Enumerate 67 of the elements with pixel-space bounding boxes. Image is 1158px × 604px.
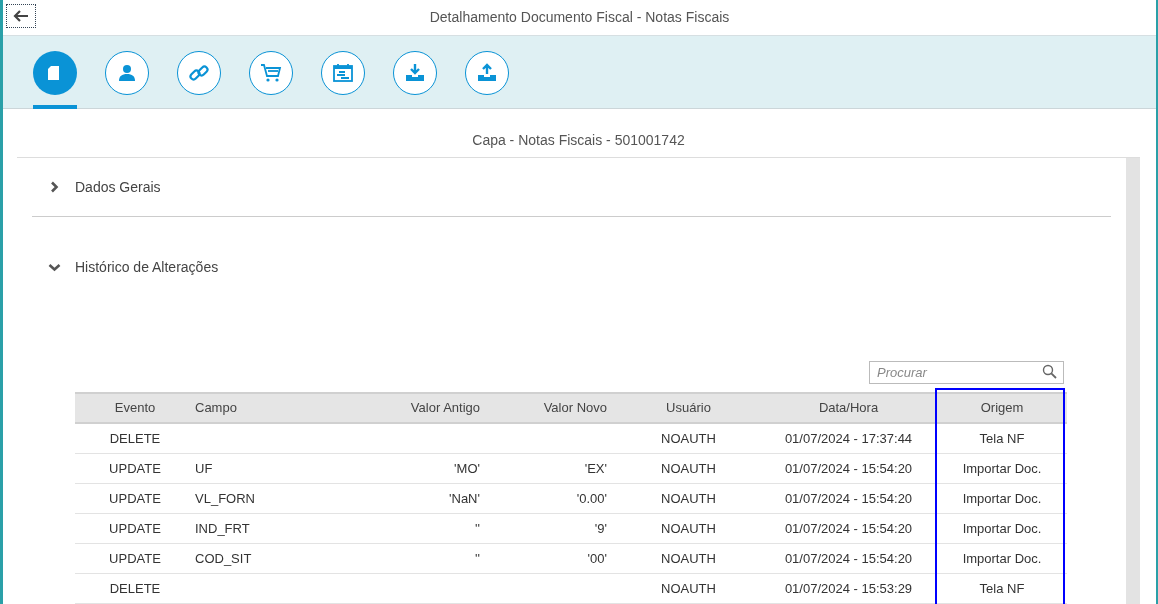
- table-cell: 01/07/2024 - 15:54:20: [784, 550, 913, 566]
- table-cell: Importar Doc.: [962, 490, 1042, 506]
- download-icon: [404, 62, 426, 84]
- table-cell: Tela NF: [979, 430, 1025, 446]
- cart-icon: [260, 62, 282, 84]
- chevron-right-icon: [50, 181, 59, 193]
- column-header: Origem: [979, 399, 1025, 418]
- search-field[interactable]: Procurar: [869, 361, 1064, 384]
- table-cell: DELETE: [109, 580, 161, 596]
- table-cell: Importar Doc.: [962, 460, 1042, 476]
- toolbar-tab[interactable]: [465, 51, 509, 95]
- table-cell: VL_FORN: [195, 490, 255, 506]
- table-cell: '00': [587, 550, 607, 566]
- table-cell: UPDATE: [109, 520, 161, 536]
- scrollbar[interactable]: [1126, 158, 1140, 604]
- table-cell: '9': [594, 520, 607, 536]
- toolbar-tab[interactable]: [393, 51, 437, 95]
- table-cell: 'EX': [584, 460, 607, 476]
- link-icon: [188, 62, 210, 84]
- column-header: Data/Hora: [817, 399, 880, 418]
- table-cell: UPDATE: [109, 490, 161, 506]
- window-title: Detalhamento Documento Fiscal - Notas Fiscais: [429, 8, 730, 27]
- section-header[interactable]: Histórico de Alterações: [32, 217, 1111, 318]
- upload-icon: [476, 62, 498, 84]
- column-header: Usuário: [665, 399, 712, 418]
- table-cell: UPDATE: [109, 550, 161, 566]
- table-cell: NOAUTH: [661, 490, 716, 506]
- page-subtitle: Capa - Notas Fiscais - 501001742: [17, 109, 1140, 158]
- table-cell: IND_FRT: [195, 520, 250, 536]
- table-cell: COD_SIT: [195, 550, 252, 566]
- table-cell: 01/07/2024 - 15:54:20: [784, 460, 913, 476]
- table-cell: Tela NF: [979, 580, 1025, 596]
- table-cell: '0.00': [576, 490, 607, 506]
- table-cell: NOAUTH: [661, 520, 716, 536]
- table-cell: UF: [195, 460, 213, 476]
- table-cell: 01/07/2024 - 15:53:29: [784, 580, 913, 596]
- column-header: Evento: [113, 399, 157, 418]
- calendar-icon: [332, 62, 354, 84]
- table-cell: '': [475, 520, 480, 536]
- chevron-down-icon: [48, 263, 61, 272]
- table-cell: Importar Doc.: [962, 520, 1042, 536]
- table-cell: NOAUTH: [661, 430, 716, 446]
- toolbar-tab[interactable]: [321, 51, 365, 95]
- table-cell: DELETE: [109, 430, 161, 446]
- table-cell: Importar Doc.: [962, 550, 1042, 566]
- table-cell: UPDATE: [109, 460, 161, 476]
- table-cell: '': [475, 550, 480, 566]
- person-icon: [116, 62, 138, 84]
- toolbar-tab[interactable]: [177, 51, 221, 95]
- toolbar-tab[interactable]: [33, 51, 77, 95]
- toolbar-tab[interactable]: [105, 51, 149, 95]
- table-cell: 'NaN': [449, 490, 480, 506]
- toolbar-tab[interactable]: [249, 51, 293, 95]
- table-cell: 'MO': [454, 460, 480, 476]
- table-cell: NOAUTH: [661, 460, 716, 476]
- back-arrow-icon: [13, 10, 29, 22]
- table-cell: 01/07/2024 - 15:54:20: [784, 490, 913, 506]
- search-icon: [1042, 364, 1057, 379]
- table-cell: NOAUTH: [661, 550, 716, 566]
- section-header[interactable]: Dados Gerais: [32, 158, 1111, 217]
- column-header: Campo: [195, 399, 238, 418]
- table-cell: NOAUTH: [661, 580, 716, 596]
- column-header: Valor Antigo: [409, 399, 481, 418]
- table-cell: 01/07/2024 - 15:54:20: [784, 520, 913, 536]
- table-cell: 01/07/2024 - 17:37:44: [784, 430, 913, 446]
- column-header: Valor Novo: [542, 399, 608, 418]
- back-button[interactable]: [6, 4, 36, 28]
